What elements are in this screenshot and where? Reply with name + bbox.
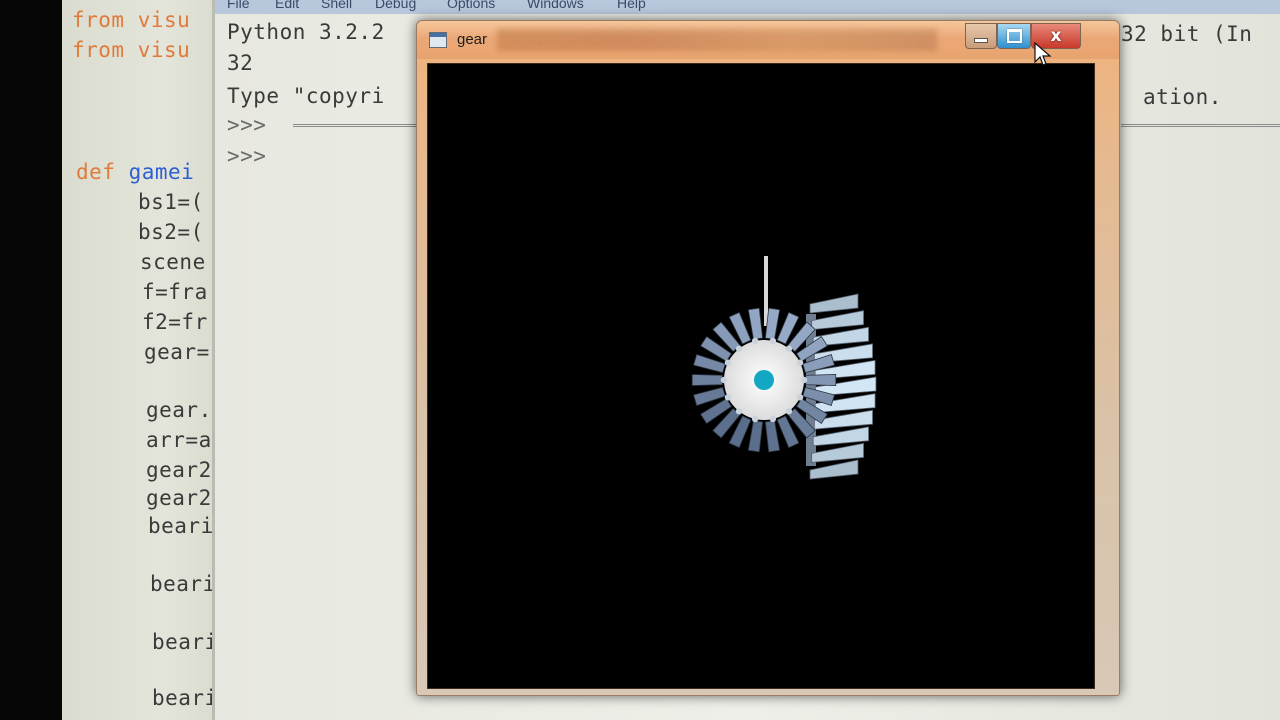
gear-window[interactable]: gear x — [416, 20, 1120, 696]
axle-rod — [764, 256, 768, 326]
maximize-button[interactable] — [997, 23, 1031, 49]
code-token: from visu — [72, 38, 191, 62]
code-token: bs1=( — [138, 190, 204, 214]
code-line: gear. — [146, 398, 212, 422]
code-line: f=fra — [142, 280, 208, 304]
code-token: from visu — [72, 8, 191, 32]
code-line: beari — [152, 630, 218, 654]
shell-prompt-2[interactable]: >>> — [227, 144, 266, 168]
code-line: from visu — [72, 38, 190, 62]
menu-item-help[interactable]: Help — [617, 0, 646, 11]
gear-face-notch — [785, 408, 793, 415]
code-token: beari — [148, 514, 214, 538]
code-editor-window: from visu from visu def gamei bs1=( bs2=( sce… — [62, 0, 236, 720]
code-line: gear2 — [146, 486, 212, 510]
code-token: f2=fr — [142, 310, 208, 334]
code-token: gear2 — [146, 458, 212, 482]
vpython-render-canvas[interactable] — [427, 63, 1095, 689]
code-line: f2=fr — [142, 310, 208, 334]
window-title: gear — [457, 31, 488, 48]
code-token: gamei — [128, 160, 195, 184]
close-icon: x — [1050, 25, 1062, 46]
gear-tooth — [747, 307, 764, 340]
gear-face-notch — [735, 408, 743, 415]
code-token: gear2 — [146, 486, 212, 510]
bevel-gear-slat — [809, 459, 859, 480]
code-token: bs2=( — [138, 220, 204, 244]
code-token: beari — [150, 572, 216, 596]
maximize-icon — [1006, 29, 1022, 43]
shell-menubar: File Edit Shell Debug Options Windows Help — [215, 0, 1280, 14]
gear-face-notch — [769, 415, 777, 423]
shell-license-line-tail: ation. — [1143, 85, 1222, 109]
shell-prompt-1: >>> — [227, 113, 280, 137]
code-line: gear2 — [146, 458, 212, 482]
code-line: scene — [140, 250, 206, 274]
gear-face-notch — [751, 337, 759, 345]
title-bar-blurred-text — [497, 29, 937, 51]
bevel-gear — [806, 293, 877, 480]
gear-tooth — [805, 374, 837, 386]
menu-item-shell[interactable]: Shell — [321, 0, 352, 11]
gear-hub — [754, 370, 774, 390]
window-app-icon[interactable] — [429, 32, 447, 48]
menu-item-file[interactable]: File — [227, 0, 250, 11]
gear-face-notch — [769, 337, 777, 345]
gear-scene — [691, 256, 877, 480]
code-line: beari — [148, 514, 214, 538]
bevel-gear-slat — [809, 293, 859, 314]
code-line: def gamei — [76, 160, 194, 184]
code-token: scene — [140, 250, 206, 274]
menu-item-windows[interactable]: Windows — [527, 0, 584, 11]
code-line: from visu — [72, 8, 190, 32]
menu-item-debug[interactable]: Debug — [375, 0, 416, 11]
restart-divider — [293, 124, 419, 127]
code-token: def — [76, 160, 129, 184]
bevel-gear-slat — [812, 426, 869, 447]
gear-face-notch — [735, 345, 743, 352]
minimize-button[interactable] — [965, 23, 997, 49]
shell-arch-line: 32 — [227, 51, 254, 75]
code-token: gear. — [146, 398, 212, 422]
code-line: bs2=( — [138, 220, 204, 244]
gear-face-notch — [724, 359, 732, 366]
menu-item-options[interactable]: Options — [447, 0, 495, 11]
gear-face-notch — [720, 376, 728, 384]
code-token: f=fra — [142, 280, 208, 304]
bevel-gear-slat — [811, 442, 864, 463]
shell-license-line: Type "copyri — [227, 84, 385, 108]
code-line: arr=a — [146, 428, 212, 452]
gear-face-notch — [800, 376, 808, 384]
shell-version-line: Python 3.2.2 — [227, 20, 385, 44]
code-token: beari — [152, 630, 218, 654]
gear-face-notch — [751, 415, 759, 423]
code-token: gear= — [144, 340, 210, 364]
mouse-cursor-icon — [1034, 42, 1052, 66]
gear-face-notch — [785, 345, 793, 352]
desktop-screen: from visu from visu def gamei bs1=( bs2=( sce… — [0, 0, 1280, 720]
code-token: beari — [152, 686, 218, 710]
gear-tooth — [747, 420, 764, 453]
code-token: arr=a — [146, 428, 212, 452]
gear-face-notch — [724, 394, 732, 401]
gear-face-notch — [796, 359, 804, 366]
menu-item-edit[interactable]: Edit — [275, 0, 299, 11]
code-line: gear= — [144, 340, 210, 364]
shell-version-line-tail: 32 bit (In — [1121, 22, 1253, 46]
gear-face-notch — [796, 394, 804, 401]
minimize-icon — [974, 37, 988, 43]
code-line: beari — [152, 686, 218, 710]
bevel-gear-slat — [811, 310, 864, 331]
gear-window-title-bar[interactable]: gear x — [417, 21, 1119, 59]
code-line: bs1=( — [138, 190, 204, 214]
gear-tooth — [691, 374, 723, 386]
restart-divider-right — [1121, 124, 1280, 127]
gear-tooth — [764, 420, 781, 453]
code-line: beari — [150, 572, 216, 596]
